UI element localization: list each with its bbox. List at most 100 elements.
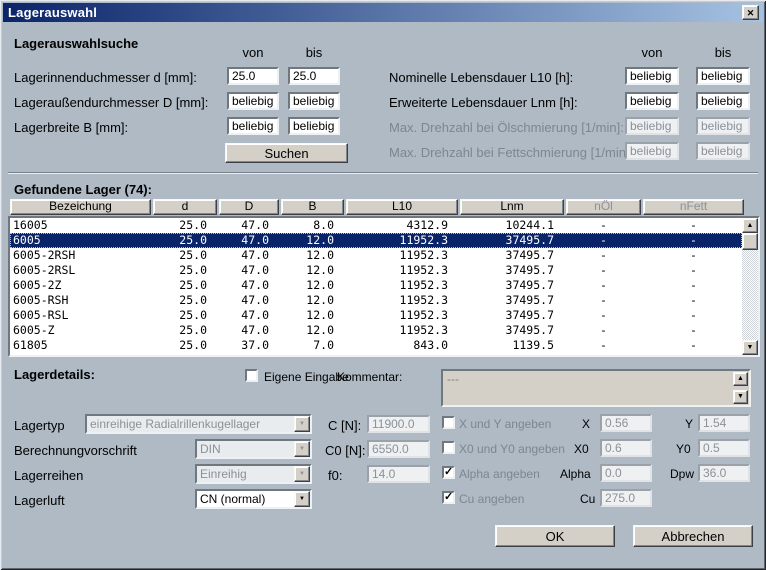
table-cell: - (643, 293, 742, 308)
drehzahl-fett-label: Max. Drehzahl bei Fettschmierung [1/min]… (389, 145, 633, 160)
table-cell: 7.0 (281, 338, 344, 353)
table-cell: - (643, 338, 742, 353)
table-cell: 25.0 (153, 338, 217, 353)
alpha-input (600, 464, 652, 482)
innendurchmesser-bis-input[interactable] (288, 67, 340, 85)
results-scrollbar[interactable]: ▲ ▼ (742, 218, 758, 355)
table-cell: 25.0 (153, 293, 217, 308)
column-header[interactable]: nFett (643, 199, 744, 215)
table-cell: 25.0 (153, 323, 217, 338)
column-header[interactable]: Bezeichung (10, 199, 151, 215)
scroll-down-button[interactable]: ▼ (742, 340, 758, 355)
table-cell: 37.0 (219, 338, 279, 353)
lnm-bis-input[interactable] (696, 92, 750, 110)
innendurchmesser-label: Lagerinnenduchmesser d [mm]: (14, 70, 197, 85)
f0-input (367, 465, 430, 483)
table-cell: 8.0 (281, 218, 344, 233)
kommentar-scroll-up-button: ▲ (733, 372, 748, 386)
berechnungvorschrift-label: Berechnungvorschrift (14, 443, 137, 458)
abbrechen-button[interactable]: Abbrechen (633, 525, 753, 547)
table-cell: 12.0 (281, 263, 344, 278)
lagerauswahl-dialog: Lagerauswahl ✕ Lagerauswahlsuche von bis… (0, 0, 766, 570)
table-cell: 11952.3 (346, 293, 458, 308)
table-cell: 37495.7 (460, 293, 564, 308)
table-cell: 11952.3 (346, 308, 458, 323)
column-header[interactable]: D (219, 199, 279, 215)
check-icon: ✓ (444, 465, 453, 478)
table-cell: 16005 (10, 218, 151, 233)
results-heading: Gefundene Lager (74): (14, 182, 152, 197)
close-button[interactable]: ✕ (742, 5, 759, 20)
alpha-label: Alpha (560, 467, 591, 481)
column-header[interactable]: L10 (346, 199, 458, 215)
eigene-eingabe-checkbox[interactable] (245, 369, 258, 382)
titlebar[interactable]: Lagerauswahl ✕ (3, 3, 763, 22)
drehzahl-oel-bis-input (696, 117, 750, 135)
column-header[interactable]: nÖl (566, 199, 641, 215)
table-cell: 11952.3 (346, 263, 458, 278)
table-cell: - (643, 323, 742, 338)
bis-header-left: bis (288, 45, 340, 60)
table-cell: 61805 (10, 338, 151, 353)
table-cell: - (566, 308, 641, 323)
table-row[interactable]: 6005-2RSL25.047.012.011952.337495.7-- (10, 263, 742, 278)
suchen-button[interactable]: Suchen (225, 143, 348, 163)
table-row[interactable]: 6005-Z25.047.012.011952.337495.7-- (10, 323, 742, 338)
table-row[interactable]: 6005-2Z25.047.012.011952.337495.7-- (10, 278, 742, 293)
lagerreihen-label: Lagerreihen (14, 468, 83, 483)
lagertyp-label: Lagertyp (14, 418, 65, 433)
table-cell: - (566, 278, 641, 293)
x0y0-angeben-checkbox (442, 441, 455, 454)
innendurchmesser-von-input[interactable] (227, 67, 279, 85)
results-body: 1600525.047.08.04312.910244.1--600525.04… (10, 218, 742, 355)
cu-input (600, 489, 652, 507)
dpw-label: Dpw (670, 467, 694, 481)
cu-angeben-checkbox: ✓ (442, 491, 455, 504)
table-cell: - (566, 233, 641, 248)
c0-label: C0 [N]: (325, 443, 365, 458)
table-cell: 6005-Z (10, 323, 151, 338)
lagerbreite-bis-input[interactable] (288, 117, 340, 135)
bis-header-right: bis (696, 45, 750, 60)
table-cell: - (643, 248, 742, 263)
table-row[interactable]: 6005-2RSH25.047.012.011952.337495.7-- (10, 248, 742, 263)
table-cell: - (566, 263, 641, 278)
table-cell: 12.0 (281, 233, 344, 248)
lagerbreite-von-input[interactable] (227, 117, 279, 135)
scroll-up-button[interactable]: ▲ (742, 218, 758, 233)
column-header[interactable]: d (153, 199, 217, 215)
table-row[interactable]: 1600525.047.08.04312.910244.1-- (10, 218, 742, 233)
table-cell: 37495.7 (460, 233, 564, 248)
aussendurchmesser-bis-input[interactable] (288, 92, 340, 110)
xy-angeben-checkbox (442, 416, 455, 429)
c0-input (367, 440, 430, 458)
lagerreihen-select: Einreihig ▼ (195, 464, 312, 484)
chevron-down-icon: ▼ (294, 441, 310, 457)
table-row[interactable]: 6005-RSH25.047.012.011952.337495.7-- (10, 293, 742, 308)
xy-angeben-label: X und Y angeben (459, 417, 551, 431)
x-label: X (582, 417, 590, 431)
table-cell: 37495.7 (460, 323, 564, 338)
x0-input (600, 439, 652, 457)
cu-angeben-label: Cu angeben (459, 492, 524, 506)
table-cell: 6005 (10, 233, 151, 248)
table-row[interactable]: 600525.047.012.011952.337495.7-- (10, 233, 742, 248)
table-cell: 47.0 (219, 293, 279, 308)
lagerluft-select[interactable]: CN (normal) ▼ (195, 489, 312, 509)
table-row[interactable]: 6005-RSL25.047.012.011952.337495.7-- (10, 308, 742, 323)
l10-bis-input[interactable] (696, 67, 750, 85)
x0y0-angeben-label: X0 und Y0 angeben (459, 442, 565, 456)
table-cell: 37495.7 (460, 263, 564, 278)
column-header[interactable]: B (281, 199, 344, 215)
scrollbar-thumb[interactable] (742, 233, 758, 250)
lnm-von-input[interactable] (625, 92, 679, 110)
table-row[interactable]: 6180525.037.07.0843.01139.5-- (10, 338, 742, 353)
aussendurchmesser-von-input[interactable] (227, 92, 279, 110)
l10-von-input[interactable] (625, 67, 679, 85)
column-header[interactable]: Lnm (460, 199, 564, 215)
search-heading: Lagerauswahlsuche (14, 36, 138, 51)
table-cell: 6005-2RSL (10, 263, 151, 278)
ok-button[interactable]: OK (495, 525, 615, 547)
check-icon: ✓ (444, 490, 453, 503)
y0-label: Y0 (676, 442, 691, 456)
